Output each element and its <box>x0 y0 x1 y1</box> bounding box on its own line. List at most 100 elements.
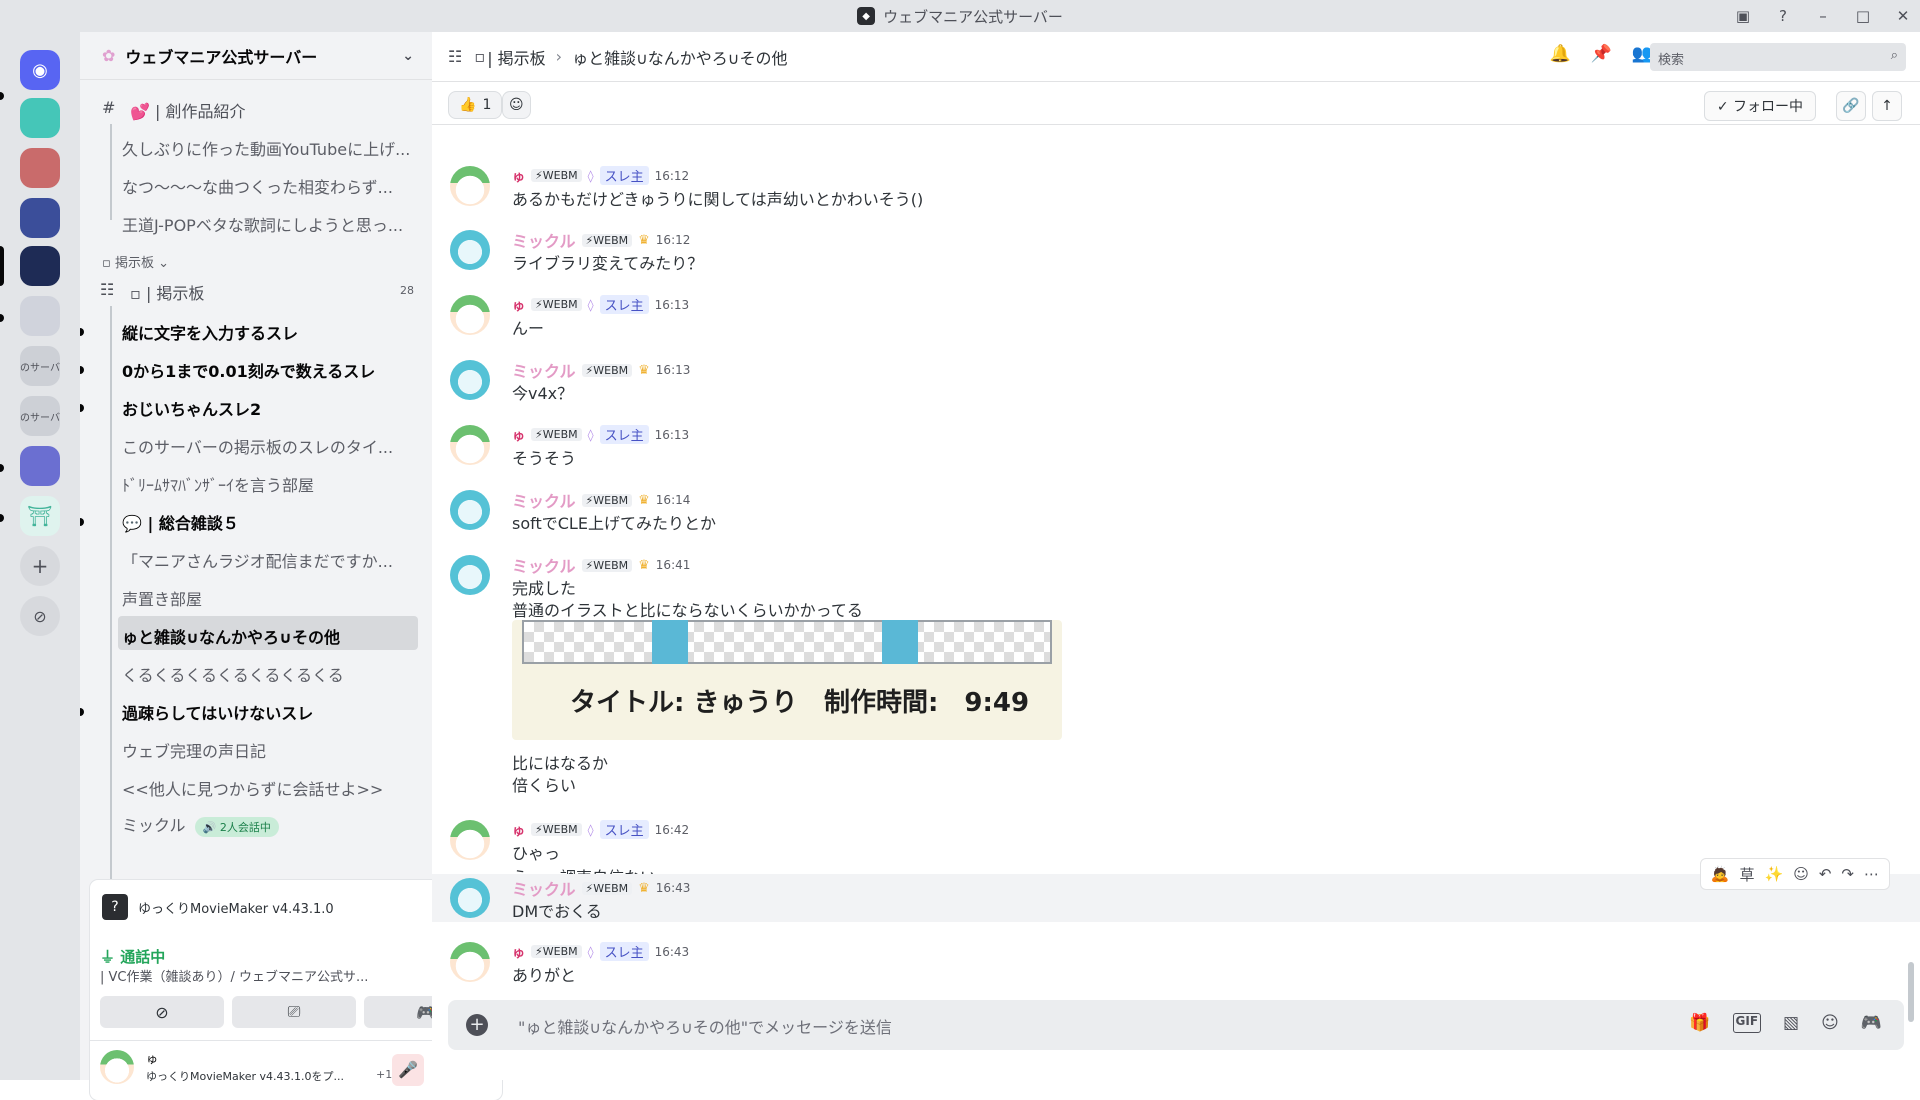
forum-channel-icon: # <box>102 98 116 117</box>
gif-icon[interactable]: GIF <box>1732 1013 1762 1033</box>
avatar[interactable] <box>450 166 490 206</box>
home-button[interactable]: ◉ <box>20 50 60 90</box>
activity-title: ゆっくりMovieMaker v4.43.1.0 <box>138 902 334 917</box>
author-name[interactable]: ゅ <box>512 166 525 185</box>
thread-item[interactable]: このサーバーの掲示板のスレのタイ... <box>122 434 412 458</box>
author-name[interactable]: ゅ <box>512 820 525 839</box>
server-icon-6[interactable]: のサーバ <box>20 346 60 386</box>
thread-item[interactable]: 王道J-POPベタな歌詞にしようと思っ... <box>122 212 412 236</box>
timestamp: 16:41 <box>655 558 691 572</box>
server-header[interactable]: ✿ ウェブマニア公式サーバー ⌄ <box>80 32 432 80</box>
sticker-icon[interactable]: ▧ <box>1783 1013 1799 1033</box>
server-icon-7[interactable]: のサーバ <box>20 396 60 436</box>
avatar[interactable] <box>100 1050 134 1084</box>
attachment-image[interactable]: タイトル: きゅうり 制作時間: 9:49 <box>512 620 1062 740</box>
bell-icon[interactable]: 🔔 <box>1549 44 1570 64</box>
author-name[interactable]: ゅ <box>512 425 525 444</box>
thread-item[interactable]: 久しぶりに作った動画YouTubeに上げ... <box>122 136 412 160</box>
timestamp: 16:12 <box>655 233 691 247</box>
message-text: あるかもだけどきゅうりに関しては声幼いとかわいそう() <box>512 190 924 209</box>
reaction-icon[interactable]: 草 <box>1740 864 1755 885</box>
explore-icon[interactable]: ⊘ <box>20 596 60 636</box>
avatar[interactable] <box>450 295 490 335</box>
voice-channel[interactable]: | VC作業（雑談あり）/ ウェブマニア公式サ... <box>100 966 368 985</box>
server-icon-8[interactable] <box>20 446 60 486</box>
avatar[interactable] <box>450 230 490 270</box>
gift-icon[interactable]: 🎁 <box>1689 1013 1710 1033</box>
upload-plus-icon[interactable]: + <box>466 1014 488 1036</box>
role-tag: ⚡WEBM <box>581 363 633 377</box>
reaction-icon[interactable]: ✨ <box>1765 865 1784 883</box>
message-hovered: ミックル ⚡WEBM ♛ 16:43 DMでおくる <box>432 874 1920 922</box>
add-reaction-icon[interactable]: ☺ <box>1793 865 1809 883</box>
inbox-icon[interactable]: ▣ <box>1732 7 1754 25</box>
server-rail: ◉ のサーバ のサーバ ⛩ + ⊘ <box>0 32 80 1080</box>
minimize-icon[interactable]: – <box>1812 7 1834 25</box>
server-icon-3[interactable] <box>20 198 60 238</box>
message-text: そうそう <box>512 449 577 468</box>
thread-item[interactable]: 「マニアさんラジオ配信まだですか... <box>122 548 412 572</box>
author-name[interactable]: ミックル <box>512 553 576 577</box>
forward-icon[interactable]: ↷ <box>1841 865 1854 883</box>
add-server-button[interactable]: + <box>20 546 60 586</box>
link-icon[interactable]: 🔗 <box>1836 91 1866 121</box>
author-name[interactable]: ゅ <box>512 942 525 961</box>
thread-item[interactable]: なつ〜〜〜な曲つくった相変わらず... <box>122 174 412 198</box>
reply-icon[interactable]: ↶ <box>1819 865 1832 883</box>
timestamp: 16:43 <box>655 881 691 895</box>
author-name[interactable]: ミックル <box>512 358 576 382</box>
search-input[interactable]: 検索 ⌕ <box>1650 43 1906 71</box>
arrow-up-icon[interactable]: ↑ <box>1872 91 1902 121</box>
add-reaction-button[interactable]: ☺ <box>502 91 531 119</box>
role-tag: ⚡WEBM <box>581 558 633 572</box>
author-name[interactable]: ゅ <box>512 295 525 314</box>
scrollbar[interactable] <box>1908 962 1914 1022</box>
reaction-button[interactable]: 👍 1 <box>448 91 503 119</box>
user-status: ゆっくりMovieMaker v4.43.1.0をプ... <box>146 1070 345 1083</box>
emoji-icon[interactable]: ☺ <box>1821 1013 1839 1033</box>
avatar[interactable] <box>450 490 490 530</box>
camera-off-button[interactable]: ⊘ <box>100 996 224 1028</box>
category-header[interactable]: ▫ 掲示板 ⌄ <box>102 252 169 271</box>
timestamp: 16:13 <box>654 297 690 312</box>
server-icon-1[interactable] <box>20 98 60 138</box>
role-tag: ⚡WEBM <box>581 493 633 507</box>
message-text: 比にはなるか <box>512 754 609 773</box>
avatar[interactable] <box>450 820 490 860</box>
crown-icon: ♛ <box>638 492 650 508</box>
breadcrumb-separator: › <box>555 47 563 66</box>
message-composer[interactable]: + "ゅと雑談∪なんかやろ∪その他"でメッセージを送信 🎁 GIF ▧ ☺ 🎮 <box>448 1000 1904 1050</box>
server-icon-2[interactable] <box>20 148 60 188</box>
message-input[interactable]: "ゅと雑談∪なんかやろ∪その他"でメッセージを送信 <box>518 1014 892 1038</box>
op-tag: スレ主 <box>599 425 649 444</box>
avatar[interactable] <box>450 942 490 982</box>
follow-button[interactable]: ✓ フォロー中 <box>1703 91 1816 121</box>
channel-emoji: ▫ <box>474 47 486 66</box>
maximize-icon[interactable]: □ <box>1852 7 1874 25</box>
avatar[interactable] <box>450 555 490 595</box>
breadcrumb-forum[interactable]: | 掲示板 <box>487 45 545 69</box>
more-icon[interactable]: ⋯ <box>1864 865 1879 883</box>
timestamp: 16:12 <box>654 168 690 183</box>
reaction-icon[interactable]: 🙇 <box>1711 865 1730 883</box>
author-name[interactable]: ミックル <box>512 488 576 512</box>
author-name[interactable]: ミックル <box>512 876 576 900</box>
server-name: ウェブマニア公式サーバー <box>125 47 318 67</box>
pin-icon[interactable]: 📌 <box>1591 44 1612 64</box>
channel-sidebar: ✿ ウェブマニア公式サーバー ⌄ # 💕 | 創作品紹介 久しぶりに作った動画Y… <box>80 32 502 1100</box>
author-name[interactable]: ミックル <box>512 228 576 252</box>
avatar[interactable] <box>450 878 490 918</box>
avatar[interactable] <box>450 360 490 400</box>
thread-reaction-bar: 👍 1 ☺ ✓ フォロー中 🔗 ↑ <box>432 83 1920 125</box>
close-icon[interactable]: ✕ <box>1892 7 1914 25</box>
screen-share-button[interactable]: ⎚ <box>232 996 356 1028</box>
avatar[interactable] <box>450 425 490 465</box>
server-icon-5[interactable] <box>20 296 60 336</box>
window-titlebar: ◆ ウェブマニア公式サーバー ▣ ? – □ ✕ <box>0 0 1920 32</box>
message-text: 完成した <box>512 579 577 598</box>
apps-icon[interactable]: 🎮 <box>1861 1013 1882 1033</box>
mute-icon[interactable]: 🎤 <box>392 1054 424 1086</box>
help-icon[interactable]: ? <box>1772 7 1794 25</box>
server-icon-9[interactable]: ⛩ <box>20 496 60 536</box>
server-icon-4[interactable] <box>20 246 60 286</box>
